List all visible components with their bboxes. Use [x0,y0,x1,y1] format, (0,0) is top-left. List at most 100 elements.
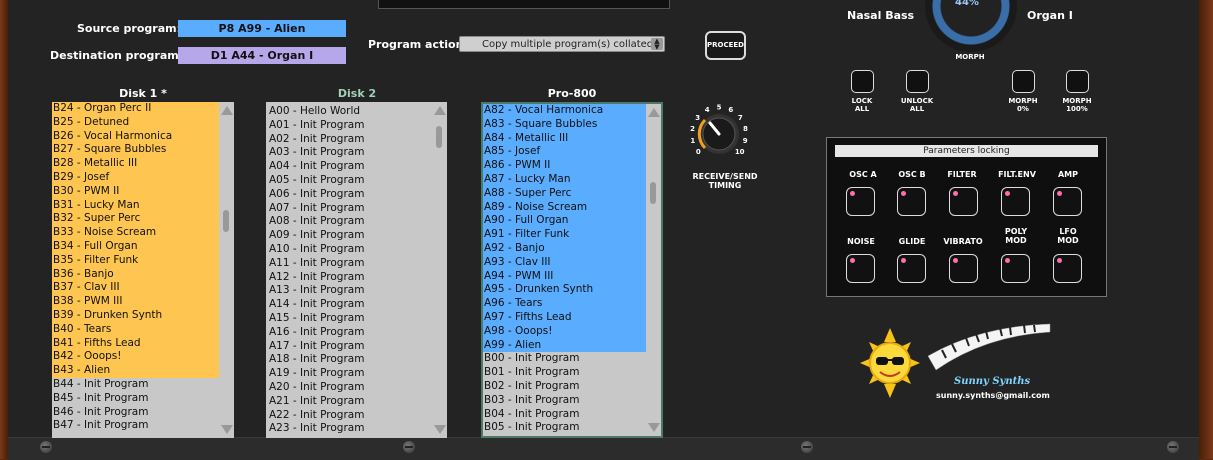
lock-filt-env-button[interactable] [1001,187,1030,216]
list-item[interactable]: A02 - Init Program [268,133,432,147]
source-program-field[interactable]: P8 A99 - Alien [178,20,346,37]
scroll-thumb[interactable] [223,210,229,232]
list-item[interactable]: B24 - Organ Perc II [52,102,219,116]
list-item[interactable]: B25 - Detuned [52,115,219,130]
unlock-all-button[interactable] [906,70,929,93]
list-item[interactable]: A97 - Fifths Lead [483,310,646,325]
list-item[interactable]: A00 - Hello World [268,105,432,119]
destination-program-field[interactable]: D1 A44 - Organ I [178,47,346,64]
scroll-down-icon[interactable] [221,425,233,434]
list-item[interactable]: A03 - Init Program [268,146,432,160]
morph-0-button[interactable] [1012,70,1035,93]
list-item[interactable]: A13 - Init Program [268,284,432,298]
list-item[interactable]: A89 - Noise Scream [483,200,646,215]
scroll-up-icon[interactable] [648,108,660,117]
list-item[interactable]: A84 - Metallic III [483,131,646,146]
list-item[interactable]: A04 - Init Program [268,160,432,174]
list-item[interactable]: B44 - Init Program [52,378,219,392]
list-item[interactable]: A96 - Tears [483,297,646,311]
list-item[interactable]: B43 - Alien [52,364,219,378]
list-item[interactable]: A11 - Init Program [268,257,432,271]
list-item[interactable]: A23 - Init Program [268,422,432,436]
list-item[interactable]: B03 - Init Program [483,394,646,408]
list-item[interactable]: B35 - Filter Funk [52,253,219,268]
program-list-disk2[interactable]: A00 - Hello World A01 - Init Program A02 -… [266,102,447,438]
lock-osc-a-button[interactable] [846,187,875,216]
list-item[interactable]: B26 - Vocal Harmonica [52,129,219,144]
list-item[interactable]: A94 - PWM III [483,269,646,284]
list-item[interactable]: B28 - Metallic III [52,157,219,171]
list-item[interactable]: A98 - Ooops! [483,324,646,339]
list-item[interactable]: B45 - Init Program [52,392,219,406]
list-item[interactable]: B34 - Full Organ [52,239,219,254]
scrollbar[interactable] [646,104,661,436]
list-item[interactable]: A15 - Init Program [268,312,432,326]
list-item[interactable]: A82 - Vocal Harmonica [483,104,646,118]
program-list-pro800[interactable]: A82 - Vocal Harmonica A83 - Square Bubble… [481,102,663,438]
program-action-select[interactable]: Copy multiple program(s) collated ▲ ▼ [459,36,665,52]
lock-lfo-mod-button[interactable] [1053,254,1082,283]
list-item[interactable]: B05 - Init Program [483,421,646,435]
list-item[interactable]: A14 - Init Program [268,298,432,312]
list-item[interactable]: A99 - Alien [483,338,646,353]
lock-filter-button[interactable] [949,187,978,216]
list-item[interactable]: B29 - Josef [52,170,219,185]
list-item[interactable]: A19 - Init Program [268,367,432,381]
list-item[interactable]: B41 - Fifths Lead [52,336,219,351]
list-item[interactable]: A21 - Init Program [268,395,432,409]
list-item[interactable]: A17 - Init Program [268,340,432,354]
list-item[interactable]: A06 - Init Program [268,188,432,202]
list-item[interactable]: B39 - Drunken Synth [52,308,219,323]
lock-all-button[interactable] [851,70,874,93]
list-item[interactable]: A86 - PWM II [483,159,646,173]
list-item[interactable]: A91 - Filter Funk [483,228,646,242]
scroll-thumb[interactable] [650,182,656,204]
lock-noise-button[interactable] [846,254,875,283]
scroll-down-icon[interactable] [648,423,660,432]
list-item[interactable]: B46 - Init Program [52,406,219,420]
list-item[interactable]: B32 - Super Perc [52,212,219,227]
scrollbar[interactable] [432,102,447,438]
list-item[interactable]: A85 - Josef [483,145,646,160]
list-item[interactable]: A05 - Init Program [268,174,432,188]
program-list-disk1[interactable]: B24 - Organ Perc II B25 - Detuned B26 - Vo… [52,102,234,438]
list-item[interactable]: A92 - Banjo [483,241,646,256]
lock-osc-b-button[interactable] [897,187,926,216]
list-item[interactable]: A18 - Init Program [268,353,432,367]
morph-100-button[interactable] [1066,70,1089,93]
list-item[interactable]: A09 - Init Program [268,229,432,243]
list-item[interactable]: B31 - Lucky Man [52,198,219,213]
lock-glide-button[interactable] [897,254,926,283]
list-item[interactable]: A88 - Super Perc [483,186,646,201]
list-item[interactable]: A90 - Full Organ [483,214,646,229]
list-item[interactable]: A12 - Init Program [268,271,432,285]
scrollbar[interactable] [219,102,234,438]
list-item[interactable]: A22 - Init Program [268,409,432,423]
list-item[interactable]: B27 - Square Bubbles [52,143,219,158]
list-item[interactable]: A95 - Drunken Synth [483,283,646,298]
list-item[interactable]: B42 - Ooops! [52,350,219,365]
list-item[interactable]: A07 - Init Program [268,202,432,216]
list-item[interactable]: A83 - Square Bubbles [483,117,646,132]
scroll-thumb[interactable] [436,126,442,148]
list-item[interactable]: A93 - Clav III [483,255,646,270]
list-item[interactable]: B47 - Init Program [52,419,219,433]
list-item[interactable]: B04 - Init Program [483,408,646,422]
list-item[interactable]: B30 - PWM II [52,184,219,199]
list-item[interactable]: B38 - PWM III [52,295,219,309]
lock-amp-button[interactable] [1053,187,1082,216]
list-item[interactable]: A08 - Init Program [268,215,432,229]
proceed-button[interactable]: PROCEED [705,31,746,60]
scroll-up-icon[interactable] [434,106,446,115]
list-item[interactable]: B40 - Tears [52,322,219,337]
lock-vibrato-button[interactable] [949,254,978,283]
list-item[interactable]: A01 - Init Program [268,119,432,133]
list-item[interactable]: B00 - Init Program [483,352,646,366]
list-item[interactable]: A20 - Init Program [268,381,432,395]
list-item[interactable]: A16 - Init Program [268,326,432,340]
lock-poly-mod-button[interactable] [1001,254,1030,283]
list-item[interactable]: B02 - Init Program [483,380,646,394]
scroll-down-icon[interactable] [434,425,446,434]
list-item[interactable]: A10 - Init Program [268,243,432,257]
list-item[interactable]: A87 - Lucky Man [483,172,646,187]
